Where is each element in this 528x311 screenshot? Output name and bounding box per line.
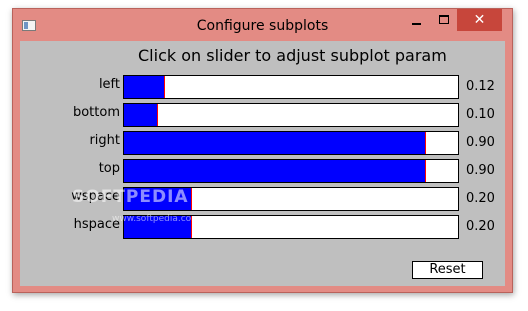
reset-button[interactable]: Reset bbox=[412, 261, 483, 279]
minimize-button[interactable] bbox=[403, 9, 430, 31]
maximize-button[interactable] bbox=[430, 9, 457, 31]
slider-value-top: 0.90 bbox=[466, 163, 495, 178]
slider-value-wspace: 0.20 bbox=[466, 191, 495, 206]
slider-left[interactable] bbox=[123, 75, 459, 99]
slider-label-bottom: bottom bbox=[72, 105, 120, 120]
slider-fill bbox=[124, 76, 165, 98]
slider-top[interactable] bbox=[123, 159, 459, 183]
slider-bottom[interactable] bbox=[123, 103, 459, 127]
slider-value-right: 0.90 bbox=[466, 135, 495, 150]
slider-fill bbox=[124, 132, 425, 154]
slider-label-left: left bbox=[98, 77, 120, 92]
watermark-logo: SOFTPEDIA bbox=[72, 187, 189, 207]
instruction-heading: Click on slider to adjust subplot param bbox=[138, 46, 447, 65]
slider-fill bbox=[124, 160, 425, 182]
close-button[interactable]: ✕ bbox=[457, 9, 502, 31]
slider-marker bbox=[424, 132, 426, 154]
slider-marker bbox=[164, 76, 166, 98]
slider-value-bottom: 0.10 bbox=[466, 107, 495, 122]
slider-marker bbox=[190, 188, 192, 210]
slider-label-right: right bbox=[89, 133, 120, 148]
slider-value-left: 0.12 bbox=[466, 79, 495, 94]
slider-right[interactable] bbox=[123, 131, 459, 155]
slider-fill bbox=[124, 104, 158, 126]
slider-label-top: top bbox=[98, 161, 120, 176]
slider-marker bbox=[424, 160, 426, 182]
watermark-url: www.softpedia.com bbox=[112, 214, 200, 224]
dialog-body: Click on slider to adjust subplot param … bbox=[20, 41, 505, 286]
slider-marker bbox=[157, 104, 159, 126]
title-bar[interactable]: Configure subplots ✕ bbox=[13, 9, 512, 41]
slider-value-hspace: 0.20 bbox=[466, 219, 495, 234]
close-icon: ✕ bbox=[473, 12, 486, 28]
configure-subplots-window: Configure subplots ✕ Click on slider to … bbox=[12, 8, 513, 293]
